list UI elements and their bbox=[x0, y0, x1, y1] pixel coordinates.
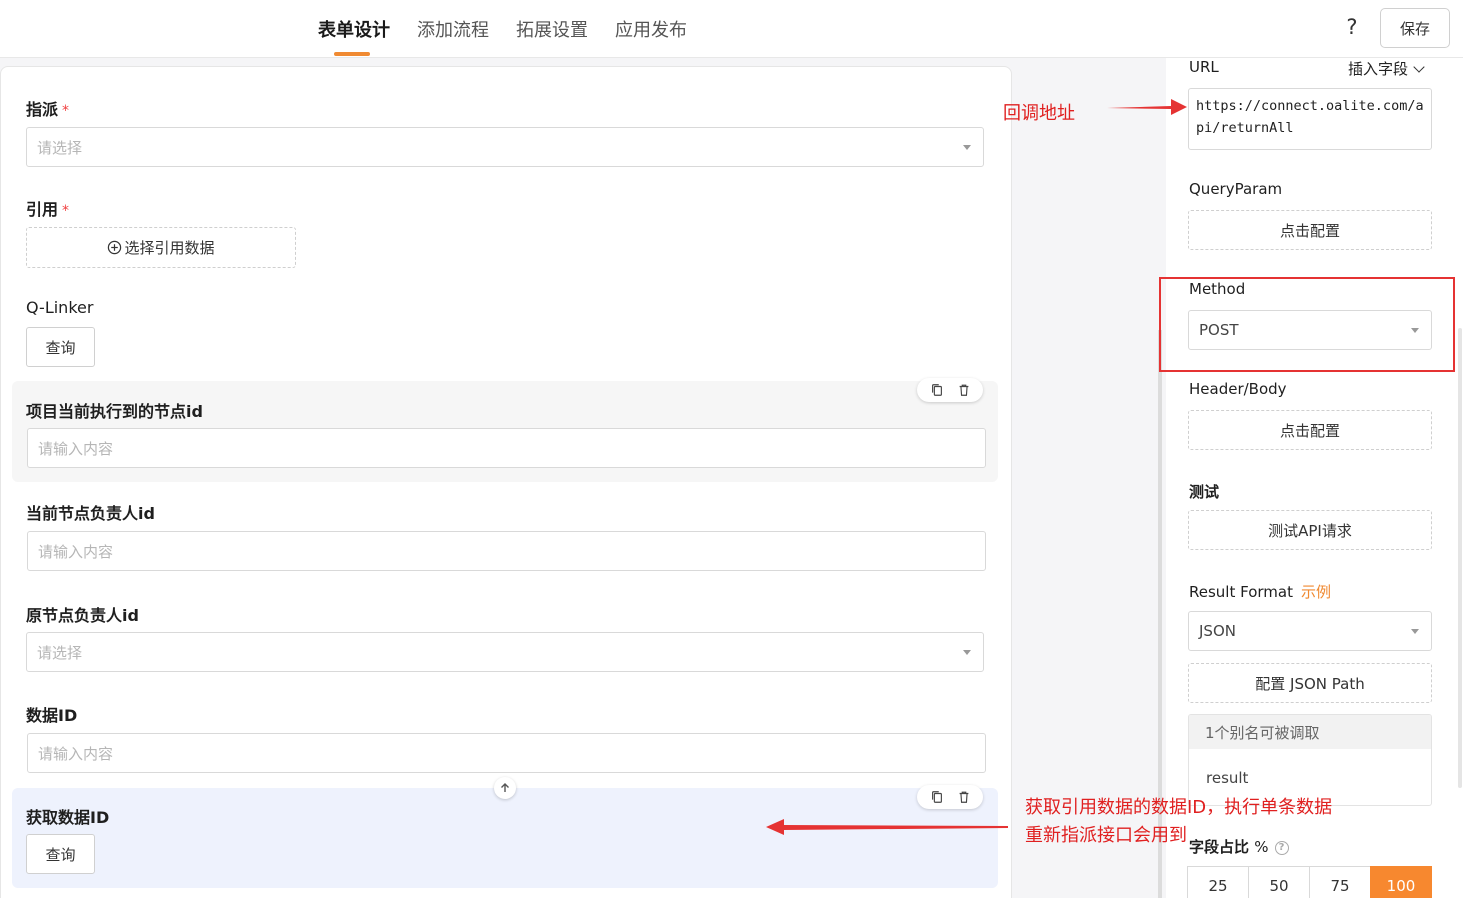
get-data-id-label: 获取数据ID bbox=[26, 808, 110, 827]
top-bar: 表单设计 添加流程 拓展设置 应用发布 ? 保存 bbox=[0, 0, 1463, 58]
tab-extension-settings[interactable]: 拓展设置 bbox=[516, 16, 588, 42]
move-up-button[interactable] bbox=[494, 777, 516, 799]
qlinker-label: Q-Linker bbox=[26, 298, 94, 317]
select-reference-data-button[interactable]: 选择引用数据 bbox=[26, 227, 296, 268]
chevron-down-icon bbox=[1413, 60, 1425, 73]
assign-label: 指派 * bbox=[26, 100, 70, 119]
get-data-id-query-button[interactable]: 查询 bbox=[26, 834, 95, 874]
current-node-input[interactable]: 请输入内容 bbox=[27, 428, 986, 468]
copy-icon[interactable] bbox=[930, 790, 944, 804]
header-body-config-button[interactable]: 点击配置 bbox=[1188, 410, 1432, 450]
caret-down-icon bbox=[1411, 629, 1419, 634]
annotation-arrow-right bbox=[1107, 99, 1187, 115]
scrollbar[interactable] bbox=[1458, 328, 1462, 788]
tab-form-design[interactable]: 表单设计 bbox=[318, 16, 390, 42]
result-format-label: Result Format 示例 bbox=[1189, 583, 1331, 601]
save-button[interactable]: 保存 bbox=[1380, 8, 1450, 48]
url-label: URL bbox=[1189, 58, 1219, 76]
qlinker-query-button[interactable]: 查询 bbox=[26, 327, 95, 367]
form-canvas bbox=[0, 66, 1012, 898]
help-icon[interactable]: ? bbox=[1342, 15, 1362, 39]
example-link[interactable]: 示例 bbox=[1301, 583, 1331, 601]
original-owner-label: 原节点负责人id bbox=[26, 606, 139, 625]
field-toolbar bbox=[917, 785, 983, 809]
annotation-arrow-left bbox=[766, 819, 1008, 835]
test-api-button[interactable]: 测试API请求 bbox=[1188, 510, 1432, 550]
question-circle-icon[interactable]: ? bbox=[1274, 840, 1289, 855]
current-owner-input[interactable]: 请输入内容 bbox=[27, 531, 986, 571]
query-param-label: QueryParam bbox=[1189, 180, 1283, 198]
width-ratio-label: 字段占比 %? bbox=[1189, 836, 1289, 857]
result-format-select[interactable]: JSON bbox=[1188, 611, 1432, 651]
alias-list-header: 1个别名可被调取 bbox=[1189, 715, 1431, 749]
width-option-25[interactable]: 25 bbox=[1187, 866, 1249, 898]
caret-down-icon bbox=[963, 650, 971, 655]
note-annotation-line2: 重新指派接口会用到 bbox=[1025, 825, 1187, 846]
assign-select[interactable]: 请选择 bbox=[26, 127, 984, 167]
width-option-75[interactable]: 75 bbox=[1309, 866, 1371, 898]
callback-annotation: 回调地址 bbox=[1003, 103, 1075, 124]
data-id-input[interactable]: 请输入内容 bbox=[27, 733, 986, 773]
reference-label: 引用 * bbox=[26, 200, 70, 219]
test-label: 测试 bbox=[1189, 483, 1220, 501]
json-path-config-button[interactable]: 配置 JSON Path bbox=[1188, 663, 1432, 703]
query-param-config-button[interactable]: 点击配置 bbox=[1188, 210, 1432, 250]
tab-app-publish[interactable]: 应用发布 bbox=[615, 16, 687, 42]
note-annotation-line1: 获取引用数据的数据ID，执行单条数据 bbox=[1025, 797, 1333, 818]
tab-add-process[interactable]: 添加流程 bbox=[417, 16, 489, 42]
delete-icon[interactable] bbox=[957, 383, 971, 397]
caret-down-icon bbox=[963, 145, 971, 150]
current-node-label: 项目当前执行到的节点id bbox=[26, 402, 203, 421]
field-toolbar bbox=[917, 378, 983, 402]
insert-field-dropdown[interactable]: 插入字段 bbox=[1348, 58, 1425, 79]
width-option-100[interactable]: 100 bbox=[1370, 866, 1432, 898]
width-option-50[interactable]: 50 bbox=[1248, 866, 1310, 898]
width-ratio-options: 25 50 75 100 bbox=[1187, 866, 1432, 898]
arrow-up-icon bbox=[501, 783, 509, 792]
alias-item[interactable]: result bbox=[1206, 769, 1248, 787]
delete-icon[interactable] bbox=[957, 790, 971, 804]
original-owner-select[interactable]: 请选择 bbox=[26, 632, 984, 672]
header-body-label: Header/Body bbox=[1189, 380, 1287, 398]
plus-circle-icon bbox=[108, 240, 122, 255]
method-highlight-box bbox=[1159, 277, 1455, 372]
active-tab-indicator bbox=[334, 52, 370, 56]
data-id-label: 数据ID bbox=[26, 706, 78, 725]
url-input[interactable]: https://connect.oalite.com/api/returnAll bbox=[1188, 88, 1432, 150]
current-owner-label: 当前节点负责人id bbox=[26, 504, 155, 523]
copy-icon[interactable] bbox=[930, 383, 944, 397]
